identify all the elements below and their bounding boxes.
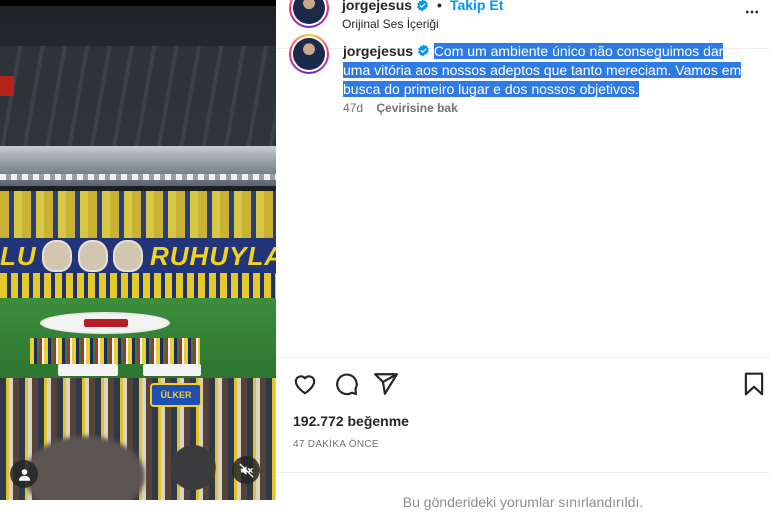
mute-button[interactable] bbox=[232, 456, 260, 484]
likes-count[interactable]: 192.772 beğenme bbox=[293, 413, 409, 429]
tifo-face bbox=[113, 240, 143, 272]
tifo-word-right: RUHUYLA bbox=[150, 241, 276, 271]
caption-avatar[interactable] bbox=[289, 34, 329, 74]
verified-badge-icon bbox=[417, 0, 428, 11]
user-tag-button[interactable] bbox=[10, 460, 38, 488]
players-lineup bbox=[30, 338, 200, 364]
separator-dot: • bbox=[437, 0, 442, 13]
actions-divider bbox=[276, 357, 770, 358]
heart-icon[interactable] bbox=[292, 371, 318, 397]
ad-board bbox=[58, 364, 118, 376]
original-audio-link[interactable]: Orijinal Ses İçeriği bbox=[342, 17, 439, 31]
post-timestamp: 47 DAKİKA ÖNCE bbox=[293, 439, 379, 450]
center-circle-banner bbox=[40, 312, 170, 334]
floodlight-row bbox=[0, 174, 276, 180]
user-tag-icon bbox=[18, 468, 30, 481]
caption-meta: 47d Çevirisine bak bbox=[343, 101, 458, 115]
bookmark-icon[interactable] bbox=[741, 371, 767, 397]
avatar-photo bbox=[293, 0, 325, 24]
floodlights bbox=[0, 146, 276, 186]
tifo-banner: LU RUHUYLA bbox=[0, 238, 276, 274]
verified-badge-icon bbox=[418, 44, 429, 57]
tifo-word-left: LU bbox=[0, 241, 37, 271]
tifo-face bbox=[42, 240, 72, 272]
tifo-face bbox=[78, 240, 108, 272]
post-header: jorgejesus • Takip Et bbox=[342, 0, 503, 13]
follow-button[interactable]: Takip Et bbox=[450, 0, 503, 13]
caption-username[interactable]: jorgejesus bbox=[343, 43, 413, 59]
author-username[interactable]: jorgejesus bbox=[342, 0, 412, 13]
sponsor-sign: ÜLKER bbox=[150, 383, 202, 407]
post-video[interactable]: LU RUHUYLA ÜLKER bbox=[0, 0, 276, 523]
red-light bbox=[0, 76, 14, 96]
media-bottom-strip bbox=[0, 500, 276, 523]
author-avatar[interactable] bbox=[289, 0, 329, 28]
post-panel: jorgejesus • Takip Et Orijinal Ses İçeri… bbox=[276, 0, 770, 523]
tifo-lower bbox=[0, 273, 276, 299]
send-icon[interactable] bbox=[373, 371, 399, 397]
see-translation-link[interactable]: Çevirisine bak bbox=[376, 101, 457, 115]
stadium-scene: LU RUHUYLA ÜLKER bbox=[0, 6, 276, 500]
ad-board bbox=[143, 364, 201, 376]
more-horizontal-icon[interactable] bbox=[742, 4, 762, 20]
post-caption: jorgejesus Com um ambiente único não con… bbox=[343, 42, 753, 99]
caption-age: 47d bbox=[343, 101, 364, 115]
comments-restricted-notice: Bu gönderideki yorumlar sınırlandırıldı. bbox=[402, 494, 644, 510]
comment-icon[interactable] bbox=[333, 371, 359, 397]
stadium-roof bbox=[0, 46, 276, 146]
avatar-photo bbox=[293, 38, 325, 70]
comments-divider bbox=[276, 472, 770, 473]
sponsor-label: ÜLKER bbox=[160, 390, 192, 400]
speaker-muted-icon bbox=[239, 463, 253, 477]
tifo-upper bbox=[0, 191, 276, 239]
